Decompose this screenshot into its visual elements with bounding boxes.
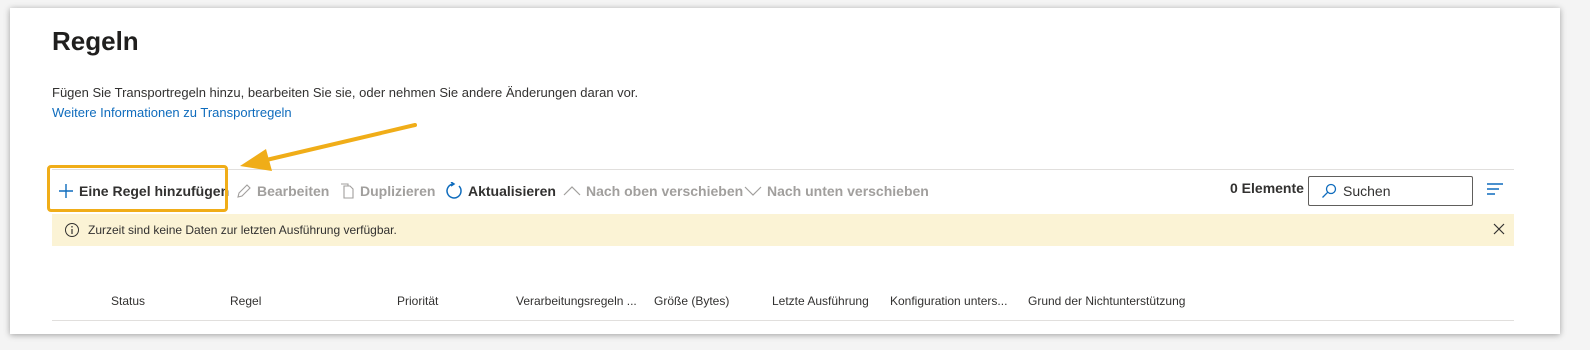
rules-page: Regeln Fügen Sie Transportregeln hinzu, … [10,8,1560,334]
callout-arrow [240,123,417,171]
